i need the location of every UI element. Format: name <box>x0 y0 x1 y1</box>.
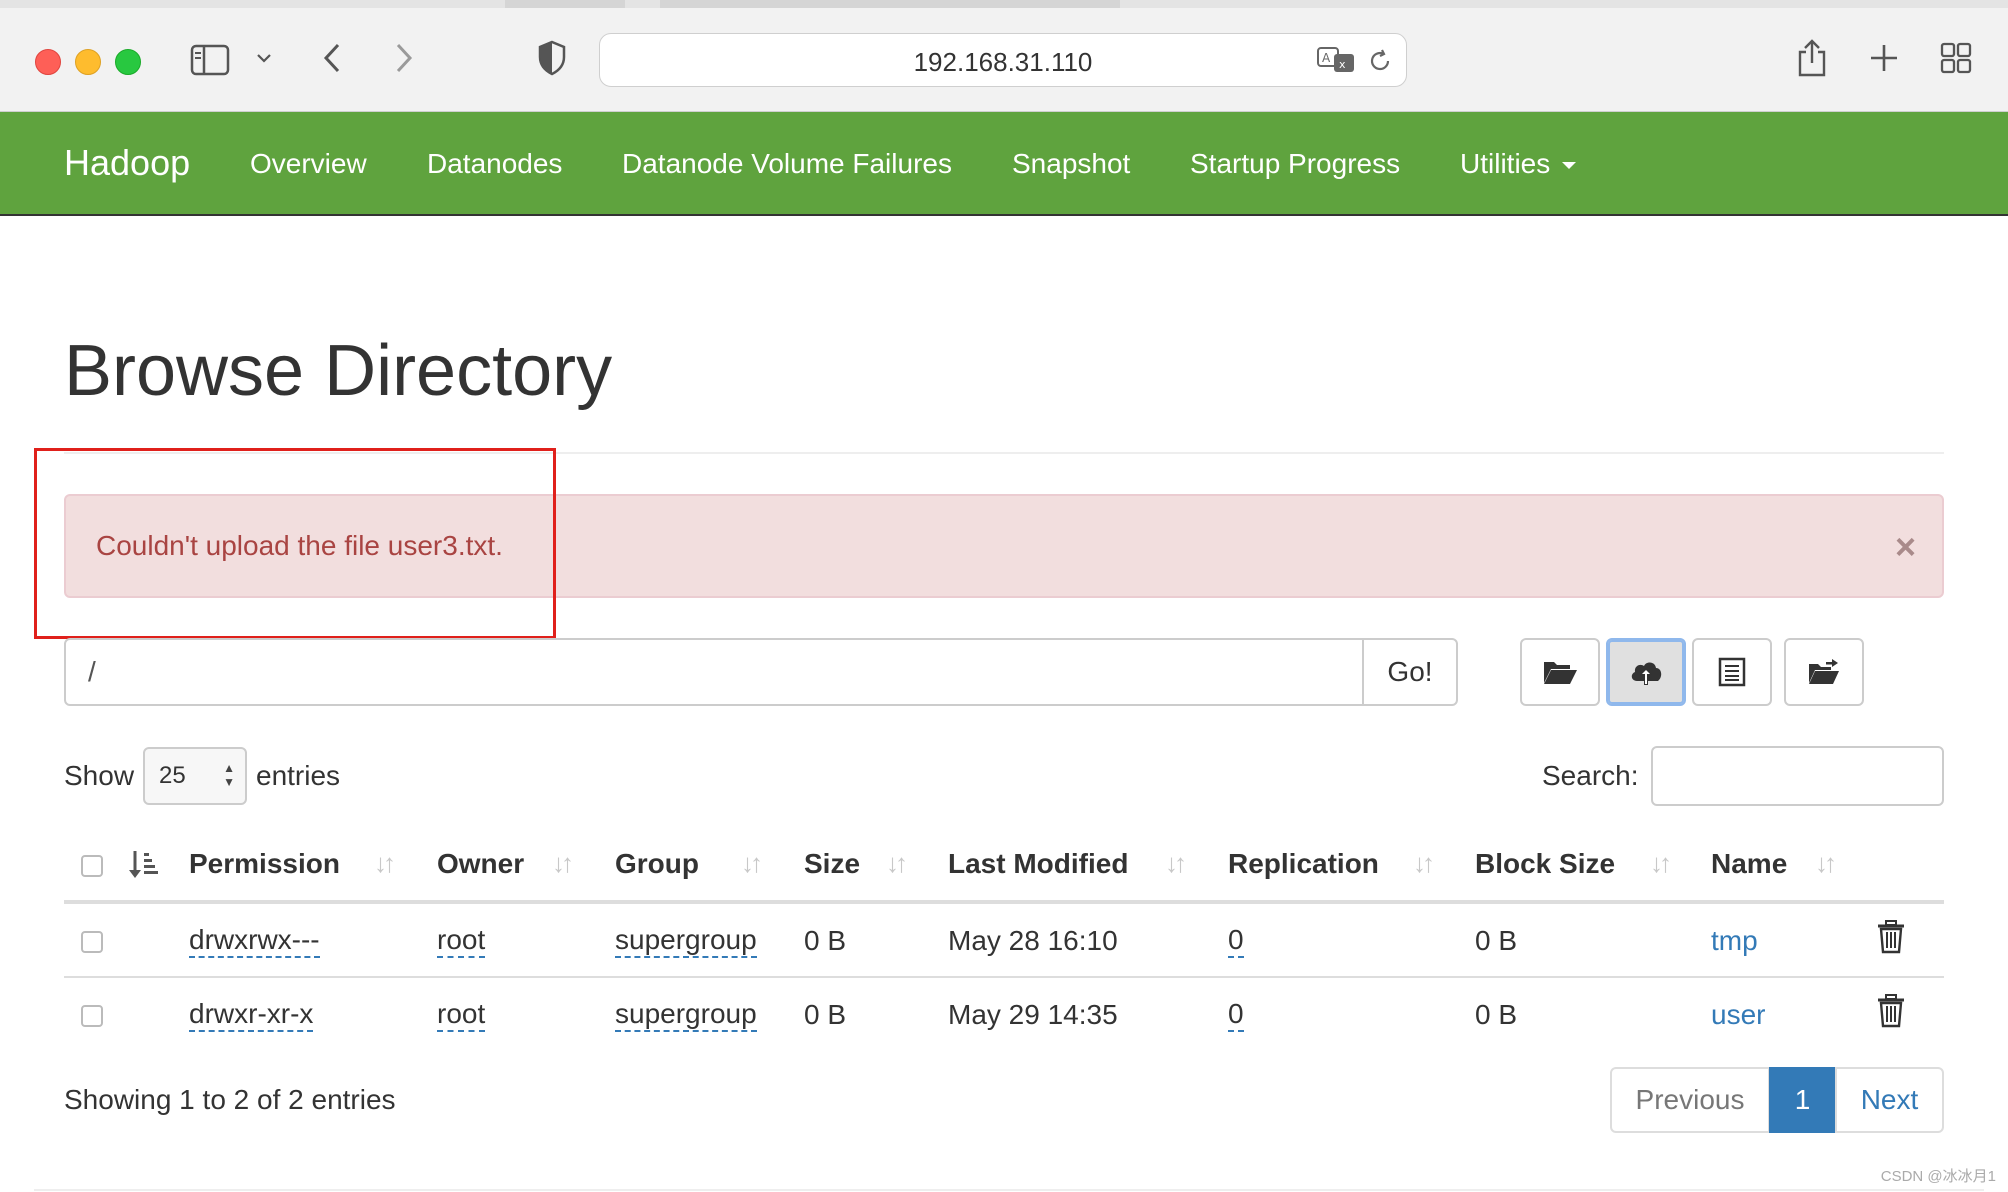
pagination-page-1[interactable]: 1 <box>1769 1067 1836 1133</box>
chevron-down-icon[interactable] <box>252 46 276 70</box>
folder-open-icon <box>1544 662 1577 684</box>
folder-move-icon <box>1809 659 1839 684</box>
share-icon[interactable] <box>1794 36 1830 80</box>
navbar-brand[interactable]: Hadoop <box>64 142 190 184</box>
column-header-size[interactable]: Size <box>804 848 860 880</box>
search-label: Search: <box>1542 760 1639 791</box>
sort-icon[interactable]: ↓↑ <box>552 848 574 879</box>
select-all-checkbox[interactable] <box>81 855 103 877</box>
nav-datanodes[interactable]: Datanodes <box>427 148 562 180</box>
cell-permission[interactable]: drwxr-xr-x <box>189 999 314 1032</box>
cell-permission[interactable]: drwxrwx--- <box>189 925 320 958</box>
column-header-name[interactable]: Name <box>1711 848 1787 880</box>
sort-icon[interactable]: ↓↑ <box>1165 848 1187 879</box>
cell-last-modified: May 29 14:35 <box>948 999 1118 1030</box>
trash-icon[interactable] <box>1877 920 1905 959</box>
go-button[interactable]: Go! <box>1362 638 1458 706</box>
url-text: 192.168.31.110 <box>913 47 1093 77</box>
watermark: CSDN @冰冰月1 <box>1880 1168 1996 1185</box>
cell-last-modified: May 28 16:10 <box>948 925 1118 956</box>
sort-icon[interactable]: ↓↑ <box>1413 848 1435 879</box>
sort-icon[interactable]: ↓↑ <box>1650 848 1672 879</box>
row-select-checkbox[interactable] <box>81 931 103 953</box>
search-input[interactable] <box>1651 746 1944 806</box>
pagination-previous[interactable]: Previous <box>1610 1067 1770 1133</box>
cell-size: 0 B <box>804 999 847 1030</box>
annotation-highlight-box <box>34 448 556 639</box>
column-header-replication[interactable]: Replication <box>1228 848 1379 880</box>
nav-utilities-dropdown[interactable]: Utilities <box>1460 148 1577 180</box>
sidebar-toggle-icon[interactable] <box>188 40 232 80</box>
caret-down-icon <box>1562 162 1577 170</box>
sort-icon[interactable]: ↓↑ <box>886 848 908 879</box>
svg-text:A: A <box>1322 51 1331 65</box>
tab-overview-icon[interactable] <box>1938 40 1974 76</box>
cloud-upload-icon <box>1631 662 1662 685</box>
sort-icon[interactable]: ↓↑ <box>741 848 763 879</box>
translate-icon[interactable]: Ax <box>1316 46 1356 74</box>
cell-replication[interactable]: 0 <box>1228 925 1244 958</box>
column-header-permission[interactable]: Permission <box>189 848 340 880</box>
navbar: Hadoop Overview Datanodes Datanode Volum… <box>0 112 2008 216</box>
background-tab[interactable] <box>660 0 1120 8</box>
move-directory-button[interactable] <box>1784 638 1864 706</box>
entries-per-page-value: 25 <box>159 762 186 789</box>
new-tab-plus-icon[interactable] <box>1866 40 1902 76</box>
table-info: Showing 1 to 2 of 2 entries <box>64 1084 396 1115</box>
sort-ascending-icon[interactable] <box>128 848 160 885</box>
trash-icon[interactable] <box>1877 994 1905 1033</box>
column-header-last-modified[interactable]: Last Modified <box>948 848 1128 880</box>
minimize-window-button[interactable] <box>75 49 101 75</box>
nav-datanode-volume-failures[interactable]: Datanode Volume Failures <box>622 148 952 180</box>
cell-name-link[interactable]: user <box>1711 999 1765 1031</box>
forward-arrow-icon[interactable] <box>388 38 420 78</box>
browser-toolbar: 192.168.31.110 Ax <box>0 0 2008 112</box>
cell-name-link[interactable]: tmp <box>1711 925 1758 957</box>
reload-icon[interactable] <box>1366 47 1394 75</box>
cell-block-size: 0 B <box>1475 999 1518 1030</box>
sort-icon[interactable]: ↓↑ <box>374 848 396 879</box>
entries-label: entries <box>256 760 341 791</box>
table-header-divider <box>64 900 1944 904</box>
cut-paste-button[interactable] <box>1692 638 1772 706</box>
svg-text:x: x <box>1339 58 1346 71</box>
back-arrow-icon[interactable] <box>316 38 348 78</box>
cell-replication[interactable]: 0 <box>1228 999 1244 1032</box>
nav-utilities-label: Utilities <box>1460 148 1551 179</box>
cell-group[interactable]: supergroup <box>615 925 757 958</box>
list-icon <box>1718 657 1746 687</box>
close-icon[interactable]: × <box>1895 526 1916 568</box>
address-bar[interactable]: 192.168.31.110 Ax <box>599 33 1407 87</box>
cell-group[interactable]: supergroup <box>615 999 757 1032</box>
row-select-checkbox[interactable] <box>81 1005 103 1027</box>
close-window-button[interactable] <box>35 49 61 75</box>
column-header-owner[interactable]: Owner <box>437 848 524 880</box>
entries-per-page-select[interactable]: 25 ▲ ▼ <box>143 747 247 805</box>
pagination-next[interactable]: Next <box>1835 1067 1944 1133</box>
nav-startup-progress[interactable]: Startup Progress <box>1190 148 1400 180</box>
cell-owner[interactable]: root <box>437 999 486 1032</box>
background-tab[interactable] <box>505 0 625 8</box>
row-divider <box>64 976 1944 978</box>
directory-path-input[interactable]: / <box>64 638 1364 706</box>
create-directory-button[interactable] <box>1520 638 1600 706</box>
page-title: Browse Directory <box>64 331 613 411</box>
cell-owner[interactable]: root <box>437 925 486 958</box>
cell-block-size: 0 B <box>1475 925 1518 956</box>
sort-icon[interactable]: ↓↑ <box>1815 848 1837 879</box>
tab-strip <box>0 0 2008 8</box>
privacy-shield-icon[interactable] <box>534 38 570 78</box>
upload-files-button[interactable] <box>1606 638 1686 706</box>
zoom-window-button[interactable] <box>115 49 141 75</box>
nav-snapshot[interactable]: Snapshot <box>1012 148 1130 180</box>
column-header-group[interactable]: Group <box>615 848 699 880</box>
footer-divider <box>34 1189 1984 1191</box>
nav-overview[interactable]: Overview <box>250 148 367 180</box>
cell-size: 0 B <box>804 925 847 956</box>
select-arrows-icon: ▲ ▼ <box>223 761 235 789</box>
column-header-block-size[interactable]: Block Size <box>1475 848 1615 880</box>
show-label: Show <box>64 760 135 791</box>
